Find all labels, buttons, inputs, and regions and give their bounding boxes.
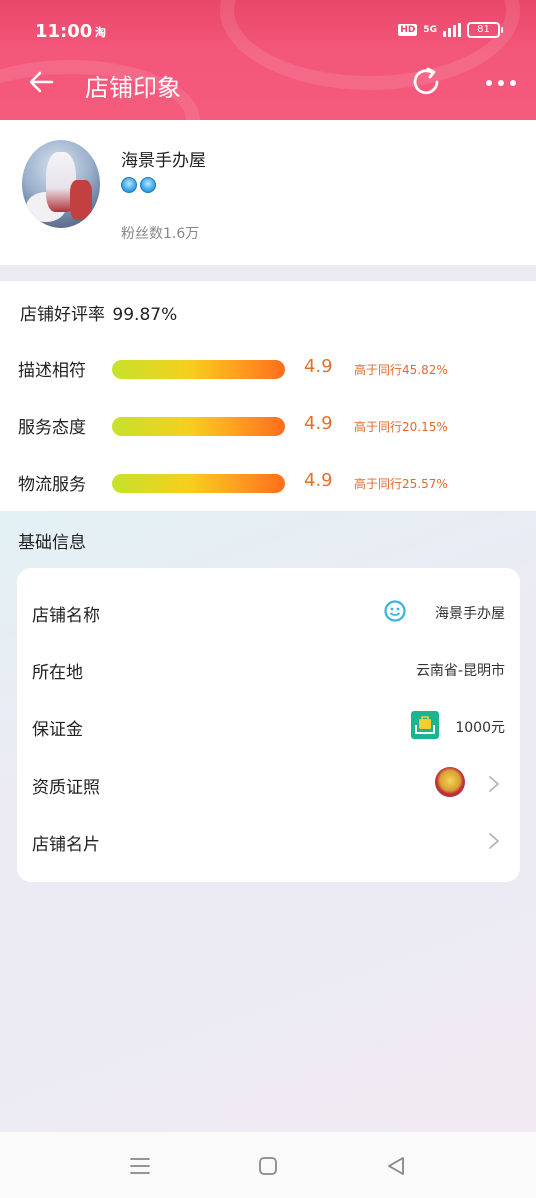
good-rate-value: 99.87%: [112, 305, 178, 325]
chevron-right-icon: [489, 776, 499, 792]
rating-label: 描述相符: [18, 361, 86, 381]
shop-avatar[interactable]: [22, 140, 100, 228]
info-key: 店铺名称: [32, 606, 100, 626]
signal-icon: [443, 23, 461, 37]
header: 11:00 淘 HD 5G 81 店铺印象: [0, 0, 536, 120]
info-row-location: 所在地 云南省-昆明市: [17, 648, 520, 688]
info-row-business-card[interactable]: 店铺名片: [17, 820, 520, 860]
rating-score: 4.9: [304, 470, 333, 491]
good-rate-label: 店铺好评率: [20, 305, 105, 325]
rating-score: 4.9: [304, 413, 333, 434]
rating-row-service: 服务态度 4.9 高于同行20.15%: [0, 409, 536, 439]
fans-count: 粉丝数1.6万: [121, 226, 200, 242]
info-value: 1000元: [455, 720, 505, 736]
network-label: 5G: [423, 25, 437, 35]
rating-compare: 高于同行25.57%: [354, 477, 448, 491]
back-arrow-icon[interactable]: [26, 66, 58, 98]
smile-icon: [384, 600, 406, 622]
more-icon[interactable]: [484, 68, 518, 98]
info-key: 所在地: [32, 663, 83, 683]
info-value: 云南省-昆明市: [415, 663, 505, 679]
info-row-deposit: 保证金 1000元: [17, 705, 520, 745]
shop-card: 海景手办屋 粉丝数1.6万: [0, 120, 536, 265]
good-rate: 店铺好评率 99.87%: [18, 300, 177, 325]
rating-card: 店铺好评率 99.87% 描述相符 4.9 高于同行45.82% 服务态度 4.…: [0, 281, 536, 511]
rating-row-logistics: 物流服务 4.9 高于同行25.57%: [0, 466, 536, 496]
status-icons: HD 5G 81: [398, 22, 503, 38]
rating-label: 服务态度: [18, 418, 86, 438]
shop-level-badges: [121, 177, 156, 193]
info-value: 海景手办屋: [435, 606, 505, 622]
system-nav-bar: [0, 1131, 536, 1198]
status-time: 11:00: [35, 21, 93, 42]
rating-score: 4.9: [304, 356, 333, 377]
info-key: 店铺名片: [32, 835, 100, 855]
back-triangle-icon[interactable]: [384, 1154, 408, 1178]
basic-info-title: 基础信息: [18, 533, 86, 553]
emblem-icon: [435, 767, 465, 797]
rating-compare: 高于同行45.82%: [354, 363, 448, 377]
menu-icon[interactable]: [128, 1154, 152, 1178]
basic-info-card: 店铺名称 海景手办屋 所在地 云南省-昆明市 保证金 1000元 资质证照 店铺…: [17, 568, 520, 882]
taobao-notification-icon: 淘: [95, 26, 106, 39]
info-key: 保证金: [32, 720, 83, 740]
info-key: 资质证照: [32, 778, 100, 798]
rating-bar: [112, 474, 285, 493]
info-row-shop-name: 店铺名称 海景手办屋: [17, 591, 520, 631]
page-title: 店铺印象: [85, 74, 181, 102]
info-row-license[interactable]: 资质证照: [17, 763, 520, 803]
rating-compare: 高于同行20.15%: [354, 420, 448, 434]
rating-row-description: 描述相符 4.9 高于同行45.82%: [0, 352, 536, 382]
home-icon[interactable]: [256, 1154, 280, 1178]
battery-icon: 81: [467, 22, 503, 38]
rating-label: 物流服务: [18, 475, 86, 495]
diamond-badge-icon: [121, 177, 137, 193]
rating-bar: [112, 360, 285, 379]
shop-name: 海景手办屋: [121, 151, 206, 171]
diamond-badge-icon: [140, 177, 156, 193]
chevron-right-icon: [489, 833, 499, 849]
rating-bar: [112, 417, 285, 436]
refresh-icon[interactable]: [408, 64, 444, 100]
nav-bar: 店铺印象: [0, 48, 536, 120]
bag-icon: [411, 711, 439, 739]
status-bar: 11:00 淘 HD 5G 81: [0, 0, 536, 48]
hd-icon: HD: [398, 24, 418, 36]
